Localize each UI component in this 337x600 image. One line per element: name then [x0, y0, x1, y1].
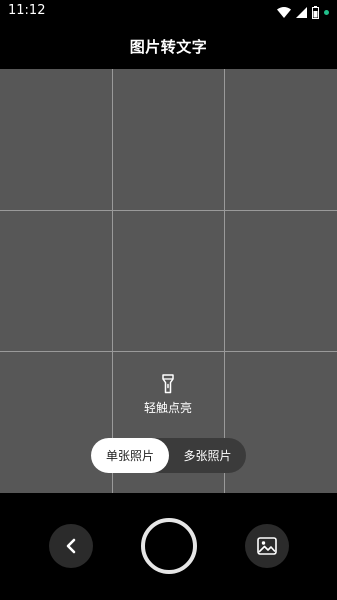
- back-button[interactable]: [49, 524, 93, 568]
- gallery-button[interactable]: [245, 524, 289, 568]
- notification-dot: [324, 9, 329, 15]
- status-icons: [277, 4, 329, 20]
- camera-viewfinder[interactable]: 轻触点亮 单张照片 多张照片: [0, 69, 337, 493]
- image-icon: [257, 537, 277, 555]
- flashlight-icon: [162, 374, 174, 394]
- signal-icon: [296, 6, 307, 18]
- flashlight-toggle[interactable]: 轻触点亮: [118, 374, 218, 420]
- wifi-icon: [277, 6, 291, 18]
- page-title: 图片转文字: [129, 38, 208, 56]
- mode-single-photo[interactable]: 单张照片: [91, 438, 169, 473]
- chevron-left-icon: [66, 538, 76, 554]
- shutter-button[interactable]: [141, 518, 197, 574]
- battery-icon: [312, 5, 319, 19]
- grid-line-horizontal: [0, 351, 337, 352]
- mode-multiple-photos[interactable]: 多张照片: [169, 438, 246, 473]
- status-bar: 11:12: [0, 0, 337, 24]
- grid-line-vertical: [112, 69, 113, 493]
- title-bar: 图片转文字: [0, 24, 337, 69]
- grid-line-horizontal: [0, 210, 337, 211]
- photo-mode-switch: 单张照片 多张照片: [91, 438, 246, 473]
- camera-controls: [0, 493, 337, 600]
- grid-line-vertical: [224, 69, 225, 493]
- status-time: 11:12: [8, 3, 46, 18]
- flashlight-label: 轻触点亮: [143, 401, 192, 415]
